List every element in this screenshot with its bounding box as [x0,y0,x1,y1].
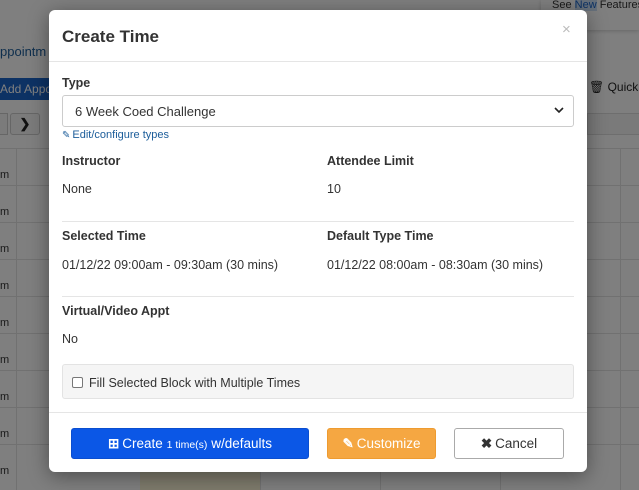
section-divider [62,296,574,297]
create-time-button[interactable]: ⊞ Create 1 time(s) w/defaults [71,428,309,459]
attendee-limit-value: 10 [327,182,341,196]
close-icon[interactable]: × [562,21,571,38]
fill-multiple-times-checkbox[interactable] [72,377,83,388]
instructor-value: None [62,182,92,196]
cancel-button[interactable]: ✖ Cancel [454,428,564,459]
virtual-appt-label: Virtual/Video Appt [62,304,170,318]
type-label: Type [62,76,91,90]
edit-icon: ✎ [62,130,71,141]
fill-multiple-times-option[interactable]: Fill Selected Block with Multiple Times [62,364,574,399]
create-time-modal: Create Time × Type 6 Week Coed Challenge… [49,10,587,472]
modal-title: Create Time [62,27,160,46]
instructor-label: Instructor [62,154,121,168]
modal-header: Create Time × [49,10,587,62]
edit-configure-types-link[interactable]: ✎ Edit/configure types [62,129,169,141]
default-type-time-value: 01/12/22 08:00am - 08:30am (30 mins) [327,258,544,272]
attendee-limit-label: Attendee Limit [327,154,414,168]
virtual-appt-value: No [62,332,78,346]
type-select-value: 6 Week Coed Challenge [75,104,216,119]
type-select[interactable]: 6 Week Coed Challenge [62,95,574,127]
footer-divider [49,412,587,413]
selected-time-label: Selected Time [62,229,146,243]
plus-square-icon: ⊞ [107,436,120,451]
customize-button[interactable]: ✎ Customize [327,428,436,459]
default-type-time-label: Default Type Time [327,229,434,243]
fill-multiple-times-label: Fill Selected Block with Multiple Times [89,376,301,390]
section-divider [62,221,574,222]
edit-icon: ✎ [342,436,354,451]
times-icon: ✖ [480,436,493,451]
chevron-down-icon [554,107,564,114]
selected-time-value: 01/12/22 09:00am - 09:30am (30 mins) [62,258,279,272]
